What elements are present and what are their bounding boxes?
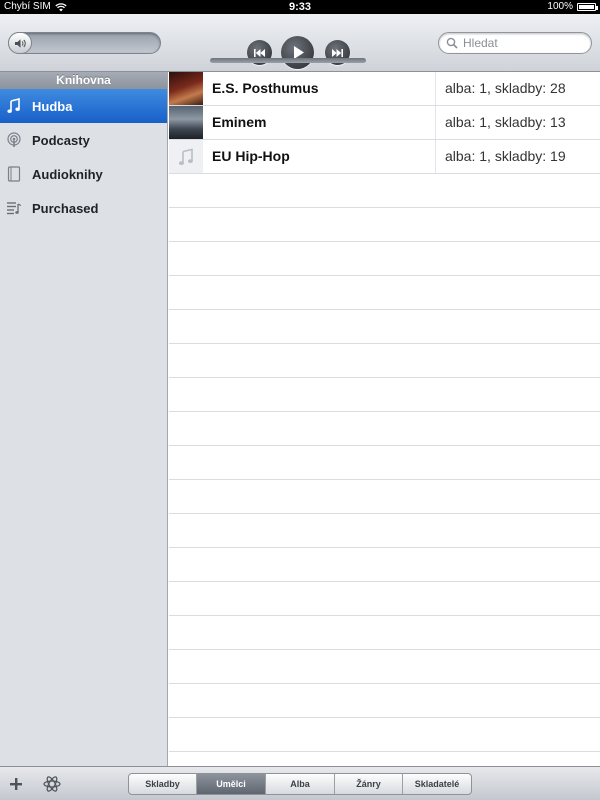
playlist-icon bbox=[5, 199, 23, 217]
plus-icon bbox=[10, 778, 22, 790]
sidebar-item-podcasty[interactable]: Podcasty bbox=[0, 123, 167, 157]
audiobook-icon bbox=[5, 165, 23, 183]
artist-track-count: alba: 1, skladby: 28 bbox=[445, 80, 566, 96]
album-art-thumbnail bbox=[169, 106, 203, 139]
sidebar-item-label: Podcasty bbox=[32, 132, 90, 148]
list-item[interactable]: Eminem alba: 1, skladby: 13 bbox=[169, 106, 600, 140]
empty-row bbox=[169, 548, 600, 582]
artist-track-count: alba: 1, skladby: 19 bbox=[445, 148, 566, 164]
player-toolbar bbox=[0, 14, 600, 72]
podcast-icon bbox=[5, 131, 23, 149]
empty-row bbox=[169, 480, 600, 514]
status-right: 100% bbox=[547, 0, 598, 14]
status-bar: Chybí SIM 9:33 100% bbox=[0, 0, 600, 14]
library-sidebar: Knihovna Hudba Podcasty Audioknihy Purch… bbox=[0, 72, 168, 766]
playback-progress-bar[interactable] bbox=[210, 58, 366, 63]
artist-name: Eminem bbox=[212, 114, 267, 130]
empty-row bbox=[169, 310, 600, 344]
empty-row bbox=[169, 242, 600, 276]
empty-row bbox=[169, 752, 600, 766]
sidebar-item-label: Purchased bbox=[32, 200, 99, 216]
volume-knob[interactable] bbox=[8, 32, 32, 54]
bottom-toolbar: Skladby Umělci Alba Žánry Skladatelé bbox=[0, 766, 600, 800]
sidebar-item-purchased[interactable]: Purchased bbox=[0, 191, 167, 225]
empty-row bbox=[169, 378, 600, 412]
artist-name: E.S. Posthumus bbox=[212, 80, 319, 96]
battery-percent: 100% bbox=[547, 1, 573, 12]
browse-segmented-control: Skladby Umělci Alba Žánry Skladatelé bbox=[128, 773, 472, 795]
column-divider bbox=[435, 106, 436, 139]
volume-slider[interactable] bbox=[8, 32, 161, 54]
album-art-thumbnail bbox=[169, 72, 203, 105]
sidebar-item-audioknihy[interactable]: Audioknihy bbox=[0, 157, 167, 191]
battery-icon bbox=[577, 3, 598, 11]
search-input[interactable] bbox=[463, 35, 587, 51]
clock: 9:33 bbox=[288, 1, 312, 13]
empty-row bbox=[169, 446, 600, 480]
search-field[interactable] bbox=[438, 32, 592, 54]
sidebar-item-label: Audioknihy bbox=[32, 166, 103, 182]
empty-row bbox=[169, 208, 600, 242]
tab-zanry[interactable]: Žánry bbox=[335, 774, 403, 794]
empty-row bbox=[169, 582, 600, 616]
genius-button[interactable] bbox=[42, 774, 62, 794]
speaker-icon bbox=[14, 38, 26, 48]
tab-skladby[interactable]: Skladby bbox=[129, 774, 197, 794]
fast-forward-icon bbox=[332, 48, 343, 57]
list-item[interactable]: EU Hip-Hop alba: 1, skladby: 19 bbox=[169, 140, 600, 174]
music-note-icon bbox=[5, 97, 23, 115]
empty-row bbox=[169, 344, 600, 378]
artist-list: E.S. Posthumus alba: 1, skladby: 28 Emin… bbox=[169, 72, 600, 766]
empty-row bbox=[169, 276, 600, 310]
column-divider bbox=[435, 72, 436, 105]
empty-row bbox=[169, 718, 600, 752]
column-divider bbox=[435, 140, 436, 173]
empty-row bbox=[169, 412, 600, 446]
empty-row bbox=[169, 174, 600, 208]
artist-name: EU Hip-Hop bbox=[212, 148, 290, 164]
empty-row bbox=[169, 650, 600, 684]
empty-row bbox=[169, 514, 600, 548]
add-playlist-button[interactable] bbox=[6, 774, 26, 794]
tab-skladatele[interactable]: Skladatelé bbox=[403, 774, 471, 794]
sidebar-item-label: Hudba bbox=[32, 98, 73, 114]
play-button[interactable] bbox=[281, 36, 314, 69]
empty-row bbox=[169, 616, 600, 650]
sidebar-header: Knihovna bbox=[0, 72, 167, 89]
search-icon bbox=[446, 37, 458, 49]
tab-alba[interactable]: Alba bbox=[266, 774, 335, 794]
tab-umelci[interactable]: Umělci bbox=[197, 774, 266, 794]
artist-track-count: alba: 1, skladby: 13 bbox=[445, 114, 566, 130]
empty-row bbox=[169, 684, 600, 718]
list-item[interactable]: E.S. Posthumus alba: 1, skladby: 28 bbox=[169, 72, 600, 106]
sidebar-item-hudba[interactable]: Hudba bbox=[0, 89, 167, 123]
rewind-icon bbox=[254, 48, 265, 57]
music-note-placeholder-icon bbox=[169, 140, 203, 173]
genius-atom-icon bbox=[43, 776, 61, 792]
